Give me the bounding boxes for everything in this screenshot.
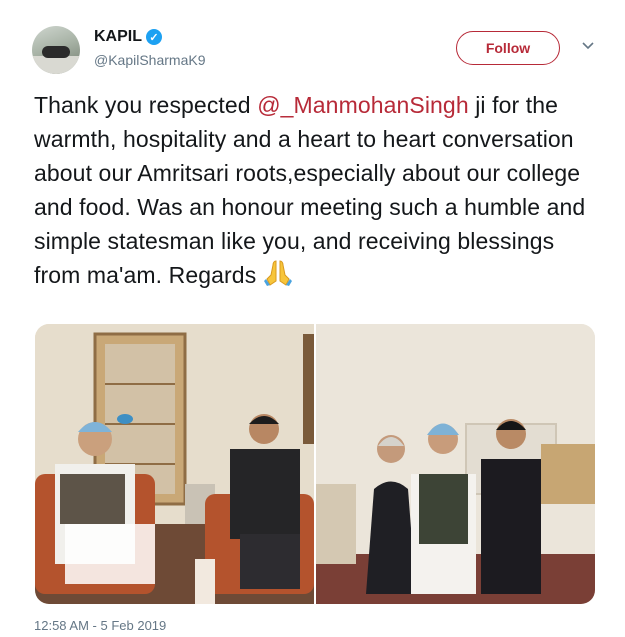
verified-badge-icon: ✓ bbox=[146, 29, 162, 45]
user-name[interactable]: KAPIL bbox=[94, 28, 142, 46]
tweet-text: Thank you respected @_ManmohanSingh ji f… bbox=[34, 88, 594, 292]
avatar-background bbox=[32, 56, 80, 74]
tweet-text-start: Thank you respected bbox=[34, 92, 258, 118]
tweet-header: KAPIL ✓ @KapilSharmaK9 Follow bbox=[32, 22, 602, 82]
tweet-timestamp[interactable]: 12:58 AM - 5 Feb 2019 bbox=[34, 618, 166, 633]
user-handle[interactable]: @KapilSharmaK9 bbox=[94, 52, 206, 68]
user-name-row[interactable]: KAPIL ✓ bbox=[94, 28, 162, 46]
mention-link[interactable]: @_ManmohanSingh bbox=[257, 92, 469, 118]
tweet-text-rest: ji for the warmth, hospitality and a hea… bbox=[34, 92, 586, 288]
photo-two-men-seated-icon[interactable] bbox=[35, 324, 314, 604]
avatar[interactable] bbox=[32, 26, 80, 74]
folded-hands-icon bbox=[263, 259, 293, 287]
tweet-media[interactable] bbox=[35, 324, 595, 604]
avatar-figure bbox=[42, 46, 70, 58]
photo-three-people-standing-icon[interactable] bbox=[316, 324, 595, 604]
follow-button[interactable]: Follow bbox=[456, 31, 560, 65]
chevron-down-icon[interactable] bbox=[579, 38, 597, 56]
